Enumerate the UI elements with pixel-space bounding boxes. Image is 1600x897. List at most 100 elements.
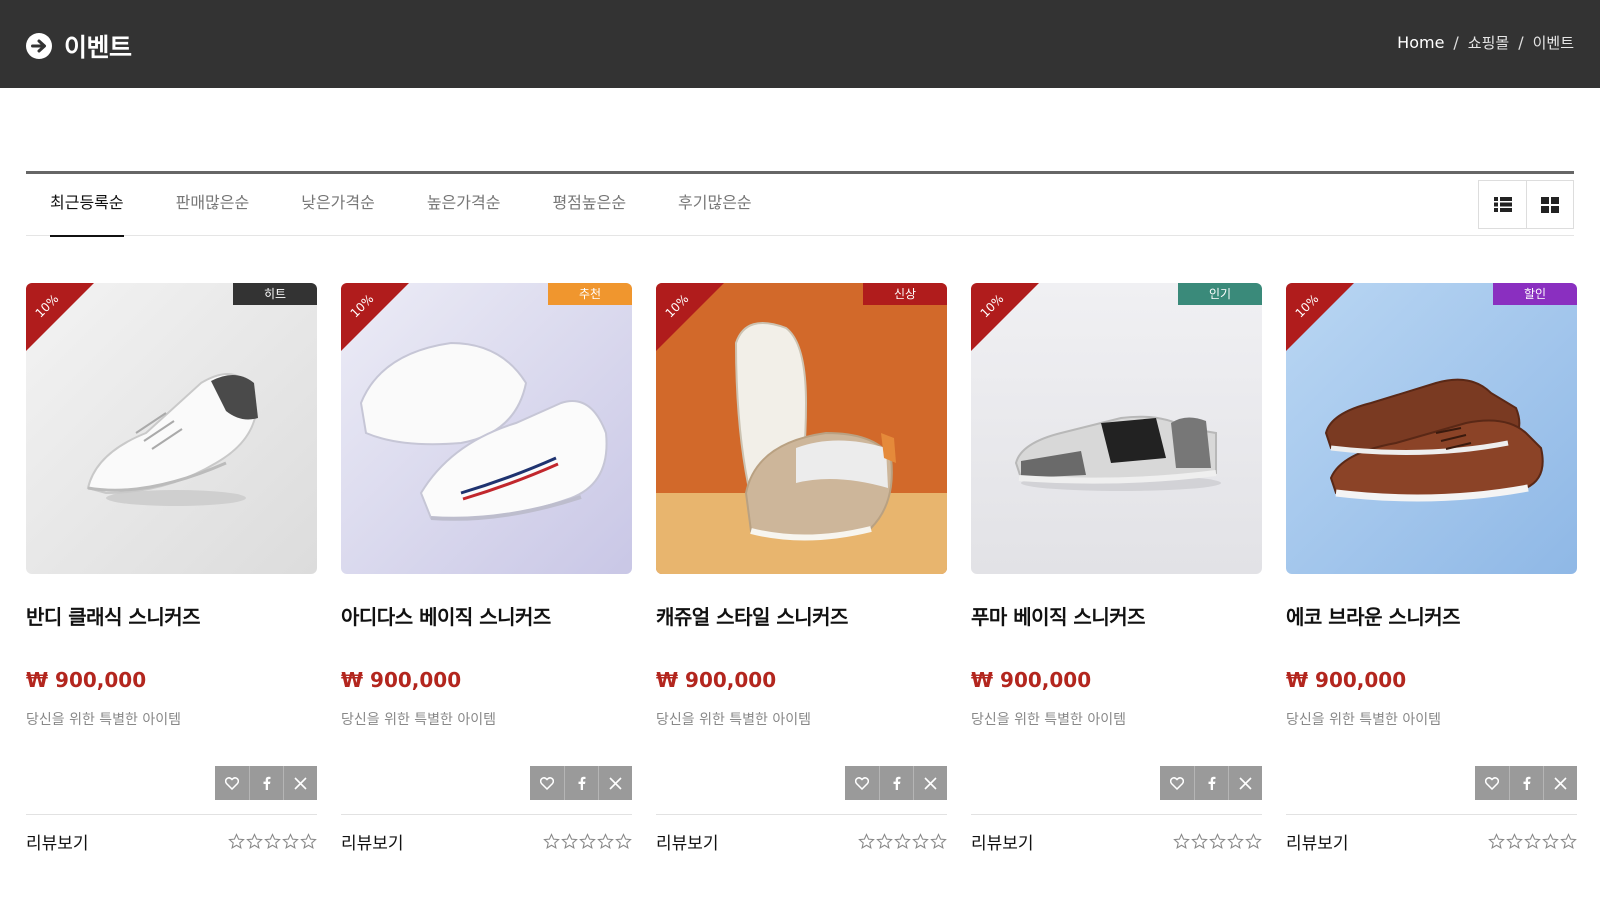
- status-badge: 히트: [233, 283, 317, 305]
- facebook-share-button[interactable]: [564, 766, 598, 800]
- product-name[interactable]: 아디다스 베이직 스니커즈: [341, 601, 632, 630]
- review-link[interactable]: 리뷰보기: [1286, 829, 1349, 854]
- star-icon: [1173, 833, 1190, 849]
- heart-icon: [1485, 776, 1499, 790]
- star-icon: [1506, 833, 1523, 849]
- rating-stars: [228, 833, 317, 850]
- list-view-button[interactable]: [1479, 181, 1526, 228]
- product-image[interactable]: 10% 히트: [26, 283, 317, 574]
- product-name[interactable]: 반디 클래식 스니커즈: [26, 601, 317, 630]
- product-price: ₩ 900,000: [971, 668, 1092, 692]
- facebook-icon: [1208, 776, 1215, 790]
- sort-tab-high-price[interactable]: 높은가격순: [427, 174, 501, 236]
- status-badge: 추천: [548, 283, 632, 305]
- sort-tabs: 최근등록순 판매많은순 낮은가격순 높은가격순 평점높은순 후기많은순: [50, 174, 804, 237]
- product-grid: 10% 히트 반디 클래식 스니커즈 ₩ 900,000 당신을 위한 특별한 …: [26, 283, 1577, 854]
- rating-stars: [1173, 833, 1262, 850]
- x-icon: [924, 776, 937, 790]
- product-image[interactable]: 10% 추천: [341, 283, 632, 574]
- star-icon: [264, 833, 281, 849]
- product-card: 10% 인기 푸마 베이직 스니커즈 ₩ 900,000 당신을 위한 특별한 …: [971, 283, 1262, 854]
- sort-tab-best-selling[interactable]: 판매많은순: [176, 174, 250, 236]
- sort-tab-recent[interactable]: 최근등록순: [50, 174, 124, 237]
- star-icon: [282, 833, 299, 849]
- star-icon: [1209, 833, 1226, 849]
- heart-icon: [1170, 776, 1184, 790]
- product-price: ₩ 900,000: [656, 668, 777, 692]
- product-image[interactable]: 10% 인기: [971, 283, 1262, 574]
- wishlist-button[interactable]: [530, 766, 564, 800]
- star-icon: [858, 833, 875, 849]
- product-name[interactable]: 푸마 베이직 스니커즈: [971, 601, 1262, 630]
- grid-view-button[interactable]: [1526, 181, 1573, 228]
- page-header: 이벤트 Home / 쇼핑몰 / 이벤트: [0, 0, 1600, 88]
- sort-tab-top-rated[interactable]: 평점높은순: [552, 174, 626, 236]
- star-icon: [615, 833, 632, 849]
- product-card: 10% 할인 에코 브라운 스니커즈 ₩ 900,000 당신을 위한 특별한 …: [1286, 283, 1577, 854]
- star-icon: [1191, 833, 1208, 849]
- product-description: 당신을 위한 특별한 아이템: [1286, 712, 1442, 728]
- x-share-button[interactable]: [283, 766, 317, 800]
- heart-icon: [855, 776, 869, 790]
- breadcrumb-home[interactable]: Home: [1397, 33, 1444, 52]
- card-footer: 리뷰보기: [971, 814, 1262, 854]
- product-price: ₩ 900,000: [1286, 668, 1407, 692]
- review-link[interactable]: 리뷰보기: [971, 829, 1034, 854]
- review-link[interactable]: 리뷰보기: [341, 829, 404, 854]
- share-buttons: [971, 766, 1262, 800]
- share-buttons: [26, 766, 317, 800]
- product-description: 당신을 위한 특별한 아이템: [656, 712, 812, 728]
- star-icon: [579, 833, 596, 849]
- x-icon: [294, 776, 307, 790]
- facebook-share-button[interactable]: [1194, 766, 1228, 800]
- star-icon: [228, 833, 245, 849]
- facebook-share-button[interactable]: [879, 766, 913, 800]
- wishlist-button[interactable]: [845, 766, 879, 800]
- wishlist-button[interactable]: [1475, 766, 1509, 800]
- product-image[interactable]: 10% 할인: [1286, 283, 1577, 574]
- facebook-share-button[interactable]: [1509, 766, 1543, 800]
- x-icon: [609, 776, 622, 790]
- grid-view-icon: [1541, 196, 1559, 213]
- status-badge: 인기: [1178, 283, 1262, 305]
- product-card: 10% 신상 캐쥬얼 스타일 스니커즈 ₩ 900,000 당신을 위한 특별한…: [656, 283, 947, 854]
- facebook-icon: [1523, 776, 1530, 790]
- star-icon: [930, 833, 947, 849]
- share-buttons: [1286, 766, 1577, 800]
- star-icon: [300, 833, 317, 849]
- review-link[interactable]: 리뷰보기: [26, 829, 89, 854]
- rating-stars: [543, 833, 632, 850]
- facebook-share-button[interactable]: [249, 766, 283, 800]
- star-icon: [912, 833, 929, 849]
- x-icon: [1554, 776, 1567, 790]
- review-link[interactable]: 리뷰보기: [656, 829, 719, 854]
- title-wrap: 이벤트: [26, 28, 132, 64]
- wishlist-button[interactable]: [215, 766, 249, 800]
- breadcrumb-separator: /: [1518, 33, 1524, 52]
- card-footer: 리뷰보기: [1286, 814, 1577, 854]
- arrow-right-circle-icon: [26, 33, 52, 59]
- x-share-button[interactable]: [1228, 766, 1262, 800]
- x-share-button[interactable]: [1543, 766, 1577, 800]
- star-icon: [1227, 833, 1244, 849]
- share-buttons: [341, 766, 632, 800]
- wishlist-button[interactable]: [1160, 766, 1194, 800]
- breadcrumb-shop[interactable]: 쇼핑몰: [1468, 32, 1509, 53]
- star-icon: [876, 833, 893, 849]
- status-badge: 할인: [1493, 283, 1577, 305]
- product-name[interactable]: 에코 브라운 스니커즈: [1286, 601, 1577, 630]
- star-icon: [1524, 833, 1541, 849]
- x-icon: [1239, 776, 1252, 790]
- sort-tab-most-reviews[interactable]: 후기많은순: [678, 174, 752, 236]
- sort-tab-low-price[interactable]: 낮은가격순: [301, 174, 375, 236]
- card-footer: 리뷰보기: [341, 814, 632, 854]
- product-name[interactable]: 캐쥬얼 스타일 스니커즈: [656, 601, 947, 630]
- x-share-button[interactable]: [913, 766, 947, 800]
- page-title: 이벤트: [64, 33, 132, 62]
- heart-icon: [225, 776, 239, 790]
- breadcrumb-separator: /: [1453, 33, 1459, 52]
- breadcrumb-current: 이벤트: [1532, 34, 1574, 52]
- product-image[interactable]: 10% 신상: [656, 283, 947, 574]
- product-card: 10% 히트 반디 클래식 스니커즈 ₩ 900,000 당신을 위한 특별한 …: [26, 283, 317, 854]
- x-share-button[interactable]: [598, 766, 632, 800]
